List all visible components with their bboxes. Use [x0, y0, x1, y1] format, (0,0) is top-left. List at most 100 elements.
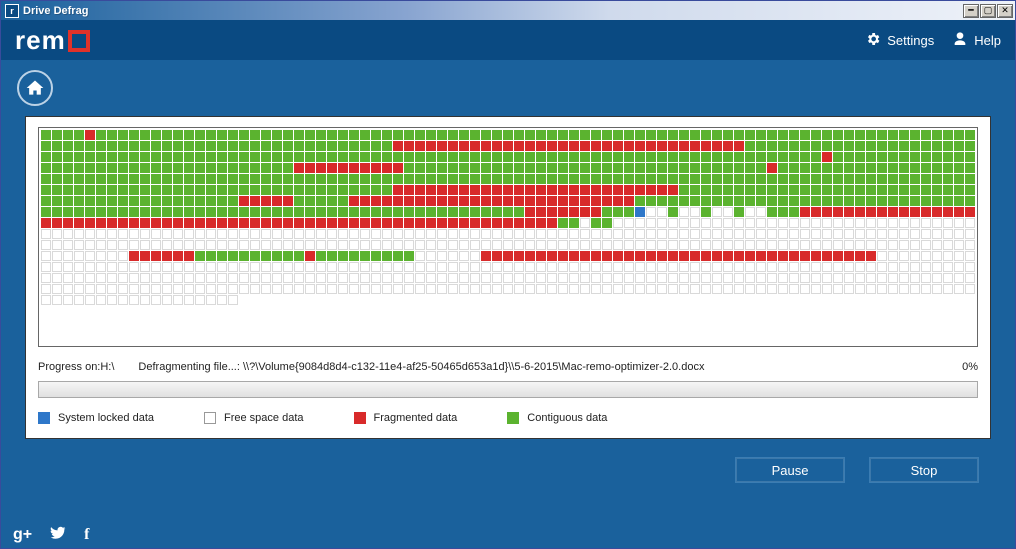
cluster-cell — [206, 141, 216, 151]
cluster-cell — [679, 229, 689, 239]
cluster-cell — [547, 141, 557, 151]
cluster-cell — [932, 251, 942, 261]
cluster-cell — [910, 185, 920, 195]
cluster-cell — [800, 284, 810, 294]
cluster-cell — [525, 141, 535, 151]
cluster-cell — [272, 229, 282, 239]
cluster-cell — [558, 185, 568, 195]
cluster-cell — [371, 185, 381, 195]
cluster-cell — [107, 262, 117, 272]
cluster-cell — [316, 207, 326, 217]
help-button[interactable]: Help — [952, 31, 1001, 50]
cluster-cell — [415, 229, 425, 239]
cluster-cell — [767, 196, 777, 206]
cluster-cell — [877, 174, 887, 184]
legend-free-space: Free space data — [204, 412, 304, 424]
cluster-cell — [591, 141, 601, 151]
cluster-cell — [261, 273, 271, 283]
cluster-cell — [470, 262, 480, 272]
cluster-cell — [140, 174, 150, 184]
cluster-cell — [261, 207, 271, 217]
cluster-cell — [393, 273, 403, 283]
cluster-cell — [206, 185, 216, 195]
close-button[interactable]: ✕ — [997, 4, 1013, 18]
cluster-cell — [756, 273, 766, 283]
cluster-cell — [921, 196, 931, 206]
cluster-cell — [624, 284, 634, 294]
cluster-cell — [591, 229, 601, 239]
home-button[interactable] — [17, 70, 53, 106]
cluster-cell — [63, 284, 73, 294]
legend-free-space-label: Free space data — [224, 412, 304, 424]
cluster-cell — [206, 229, 216, 239]
cluster-cell — [470, 207, 480, 217]
cluster-cell — [569, 130, 579, 140]
cluster-cell — [833, 174, 843, 184]
cluster-cell — [206, 251, 216, 261]
cluster-cell — [899, 273, 909, 283]
cluster-cell — [283, 218, 293, 228]
cluster-cell — [712, 152, 722, 162]
cluster-cell — [778, 207, 788, 217]
cluster-cell — [624, 174, 634, 184]
cluster-cell — [844, 163, 854, 173]
cluster-cell — [657, 251, 667, 261]
cluster-cell — [822, 196, 832, 206]
cluster-cell — [96, 251, 106, 261]
stop-button[interactable]: Stop — [869, 457, 979, 483]
cluster-cell — [602, 218, 612, 228]
cluster-cell — [316, 284, 326, 294]
cluster-cell — [569, 152, 579, 162]
cluster-cell — [734, 251, 744, 261]
cluster-cell — [965, 284, 975, 294]
cluster-cell — [217, 284, 227, 294]
cluster-cell — [382, 185, 392, 195]
cluster-cell — [888, 240, 898, 250]
cluster-cell — [338, 262, 348, 272]
cluster-cell — [767, 251, 777, 261]
maximize-button[interactable]: ▢ — [980, 4, 996, 18]
cluster-cell — [932, 207, 942, 217]
swatch-green-icon — [507, 412, 519, 424]
cluster-cell — [910, 262, 920, 272]
cluster-cell — [404, 130, 414, 140]
cluster-cell — [415, 163, 425, 173]
cluster-cell — [228, 240, 238, 250]
cluster-cell — [866, 185, 876, 195]
cluster-cell — [503, 251, 513, 261]
cluster-cell — [646, 141, 656, 151]
cluster-cell — [261, 229, 271, 239]
cluster-cell — [85, 218, 95, 228]
cluster-cell — [261, 284, 271, 294]
cluster-cell — [470, 273, 480, 283]
cluster-cell — [547, 218, 557, 228]
cluster-cell — [316, 152, 326, 162]
pause-button[interactable]: Pause — [735, 457, 845, 483]
cluster-cell — [349, 196, 359, 206]
cluster-cell — [954, 130, 964, 140]
cluster-cell — [140, 240, 150, 250]
cluster-cell — [657, 218, 667, 228]
cluster-cell — [217, 196, 227, 206]
cluster-cell — [415, 262, 425, 272]
settings-button[interactable]: Settings — [865, 31, 934, 50]
cluster-cell — [866, 240, 876, 250]
cluster-cell — [173, 152, 183, 162]
cluster-cell — [371, 174, 381, 184]
cluster-cell — [635, 163, 645, 173]
cluster-cell — [866, 229, 876, 239]
minimize-button[interactable]: ━ — [963, 4, 979, 18]
cluster-cell — [283, 273, 293, 283]
facebook-icon[interactable]: f — [84, 526, 89, 544]
cluster-cell — [756, 240, 766, 250]
cluster-cell — [811, 185, 821, 195]
twitter-icon[interactable] — [50, 525, 66, 546]
googleplus-icon[interactable]: g+ — [13, 526, 32, 544]
cluster-cell — [525, 207, 535, 217]
cluster-cell — [360, 174, 370, 184]
cluster-cell — [668, 229, 678, 239]
cluster-cell — [558, 262, 568, 272]
cluster-cell — [305, 218, 315, 228]
cluster-cell — [371, 130, 381, 140]
cluster-cell — [668, 163, 678, 173]
